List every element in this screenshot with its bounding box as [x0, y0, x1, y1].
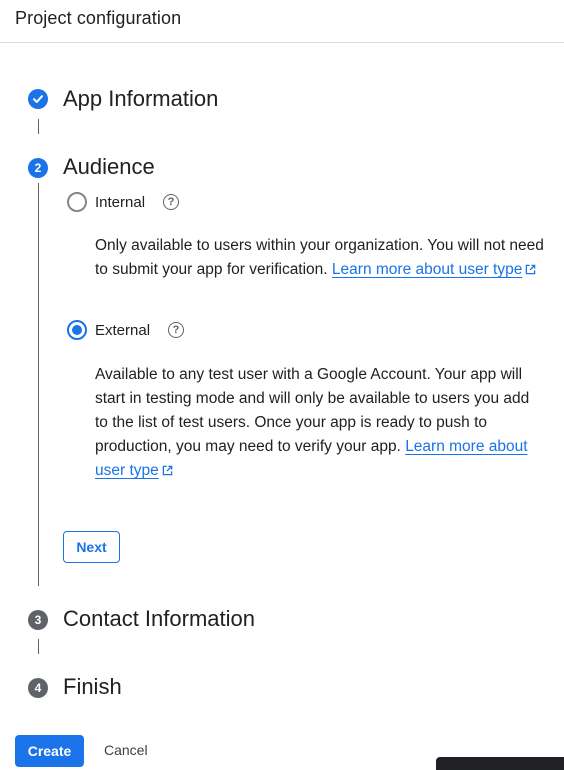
step-complete-check-icon: [28, 89, 48, 109]
page-title: Project configuration: [15, 8, 182, 28]
create-button[interactable]: Create: [15, 735, 84, 767]
learn-more-link[interactable]: Learn more about user type: [332, 261, 536, 278]
open-in-new-icon: [526, 264, 536, 275]
learn-more-link-text[interactable]: Learn more about user type: [332, 261, 522, 278]
snackbar-edge: [436, 757, 564, 770]
cancel-button[interactable]: Cancel: [104, 742, 148, 758]
step-number-badge: 4: [28, 678, 48, 698]
step-number-badge: 3: [28, 610, 48, 630]
step-title-contact-information[interactable]: Contact Information: [63, 606, 255, 632]
option-label-internal[interactable]: Internal: [95, 194, 145, 211]
open-in-new-icon: [162, 465, 173, 476]
step-connector: [38, 639, 39, 654]
step-title-app-information[interactable]: App Information: [63, 86, 218, 112]
radio-internal[interactable]: [67, 192, 87, 212]
step-number-badge: 2: [28, 158, 48, 178]
radio-external[interactable]: [67, 320, 87, 340]
help-icon[interactable]: ?: [163, 194, 179, 210]
option-description-internal: Only available to users within your orga…: [95, 234, 545, 282]
step-title-finish[interactable]: Finish: [63, 674, 122, 700]
step-connector: [38, 183, 39, 586]
step-title-audience: Audience: [63, 154, 155, 179]
option-label-external[interactable]: External: [95, 322, 150, 339]
page-header: Project configuration: [0, 0, 564, 43]
option-description-external: Available to any test user with a Google…: [95, 363, 545, 483]
help-icon[interactable]: ?: [168, 322, 184, 338]
step-connector: [38, 119, 39, 134]
next-button[interactable]: Next: [63, 531, 120, 563]
